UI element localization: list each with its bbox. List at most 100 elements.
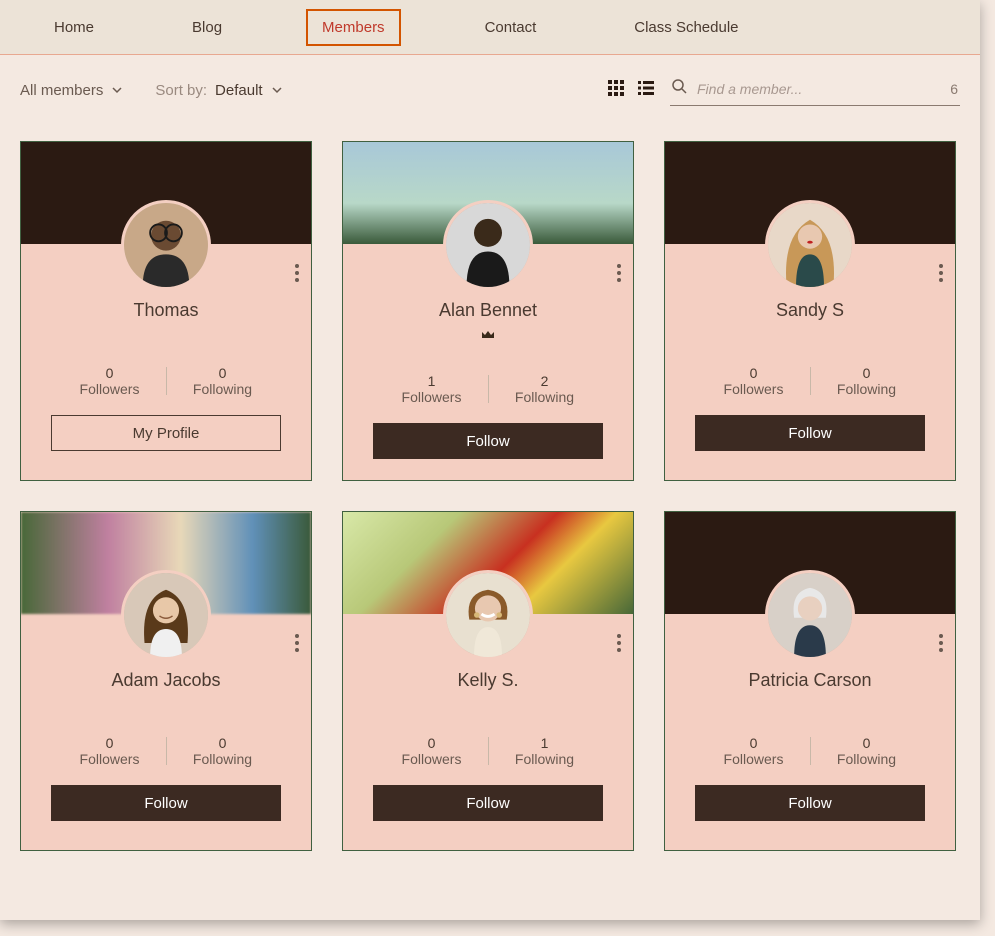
toolbar-left: All members Sort by: Default: [20, 82, 283, 99]
avatar[interactable]: [765, 570, 855, 660]
search-input[interactable]: [697, 81, 940, 97]
following-count: 0: [819, 735, 915, 751]
member-card: Thomas 0 Followers 0 Following My Profil…: [20, 141, 312, 481]
following-stat[interactable]: 0 Following: [819, 735, 915, 767]
page-root: Home Blog Members Contact Class Schedule…: [0, 0, 980, 920]
followers-label: Followers: [384, 751, 480, 767]
follow-button[interactable]: Follow: [695, 785, 925, 821]
nav-blog[interactable]: Blog: [178, 11, 236, 44]
followers-stat[interactable]: 0 Followers: [384, 735, 480, 767]
nav-members[interactable]: Members: [306, 9, 401, 46]
followers-stat[interactable]: 0 Followers: [706, 735, 802, 767]
following-stat[interactable]: 0 Following: [819, 365, 915, 397]
nav-home[interactable]: Home: [40, 11, 108, 44]
more-options-button[interactable]: [939, 634, 943, 652]
nav-class-schedule[interactable]: Class Schedule: [620, 11, 752, 44]
member-name: Sandy S: [677, 300, 943, 321]
following-count: 2: [497, 373, 593, 389]
followers-label: Followers: [62, 381, 158, 397]
more-options-button[interactable]: [295, 634, 299, 652]
sort-prefix: Sort by:: [155, 82, 207, 99]
member-name: Thomas: [33, 300, 299, 321]
member-stats: 1 Followers 2 Following: [355, 373, 621, 405]
member-name: Kelly S.: [355, 670, 621, 691]
followers-count: 0: [62, 735, 158, 751]
more-options-button[interactable]: [939, 264, 943, 282]
toolbar-right: 6: [608, 75, 960, 106]
stat-divider: [166, 737, 167, 765]
member-card: Patricia Carson 0 Followers 0 Following …: [664, 511, 956, 851]
member-name: Patricia Carson: [677, 670, 943, 691]
following-label: Following: [497, 389, 593, 405]
followers-count: 0: [384, 735, 480, 751]
followers-count: 0: [706, 365, 802, 381]
member-stats: 0 Followers 0 Following: [677, 735, 943, 767]
more-options-button[interactable]: [617, 634, 621, 652]
chevron-down-icon: [111, 84, 123, 96]
list-view-icon[interactable]: [638, 80, 654, 101]
following-stat[interactable]: 2 Following: [497, 373, 593, 405]
member-name: Adam Jacobs: [33, 670, 299, 691]
grid-view-icon[interactable]: [608, 80, 624, 101]
member-card: Sandy S 0 Followers 0 Following Follow: [664, 141, 956, 481]
filter-dropdown[interactable]: All members: [20, 82, 123, 99]
stat-divider: [810, 367, 811, 395]
chevron-down-icon: [271, 84, 283, 96]
following-count: 0: [175, 365, 271, 381]
avatar[interactable]: [443, 200, 533, 290]
sort-value: Default: [215, 82, 263, 99]
member-card: Adam Jacobs 0 Followers 0 Following Foll…: [20, 511, 312, 851]
follow-button[interactable]: Follow: [51, 785, 281, 821]
followers-label: Followers: [706, 381, 802, 397]
search-field[interactable]: 6: [670, 75, 960, 106]
member-stats: 0 Followers 0 Following: [677, 365, 943, 397]
top-nav: Home Blog Members Contact Class Schedule: [0, 0, 980, 55]
followers-label: Followers: [62, 751, 158, 767]
stat-divider: [488, 375, 489, 403]
member-stats: 0 Followers 0 Following: [33, 365, 299, 397]
following-label: Following: [819, 751, 915, 767]
more-options-button[interactable]: [617, 264, 621, 282]
stat-divider: [166, 367, 167, 395]
avatar[interactable]: [443, 570, 533, 660]
members-toolbar: All members Sort by: Default: [0, 55, 980, 125]
members-grid: Thomas 0 Followers 0 Following My Profil…: [0, 125, 980, 867]
avatar[interactable]: [765, 200, 855, 290]
followers-stat[interactable]: 0 Followers: [62, 735, 158, 767]
follow-button[interactable]: Follow: [695, 415, 925, 451]
more-options-button[interactable]: [295, 264, 299, 282]
filter-label: All members: [20, 82, 103, 99]
avatar[interactable]: [121, 200, 211, 290]
member-card: Kelly S. 0 Followers 1 Following Follow: [342, 511, 634, 851]
followers-label: Followers: [384, 389, 480, 405]
member-card: Alan Bennet 1 Followers 2 Following Foll…: [342, 141, 634, 481]
avatar[interactable]: [121, 570, 211, 660]
follow-button[interactable]: Follow: [373, 423, 603, 459]
my-profile-button[interactable]: My Profile: [51, 415, 281, 451]
admin-crown-icon: [355, 327, 621, 345]
followers-stat[interactable]: 0 Followers: [62, 365, 158, 397]
search-result-count: 6: [950, 81, 958, 97]
following-stat[interactable]: 1 Following: [497, 735, 593, 767]
following-count: 0: [175, 735, 271, 751]
following-label: Following: [175, 751, 271, 767]
search-icon: [672, 79, 687, 99]
follow-button[interactable]: Follow: [373, 785, 603, 821]
member-stats: 0 Followers 1 Following: [355, 735, 621, 767]
followers-count: 1: [384, 373, 480, 389]
followers-count: 0: [706, 735, 802, 751]
followers-stat[interactable]: 1 Followers: [384, 373, 480, 405]
view-toggle: [608, 80, 654, 101]
following-stat[interactable]: 0 Following: [175, 365, 271, 397]
following-label: Following: [175, 381, 271, 397]
stat-divider: [810, 737, 811, 765]
followers-count: 0: [62, 365, 158, 381]
followers-stat[interactable]: 0 Followers: [706, 365, 802, 397]
following-count: 0: [819, 365, 915, 381]
sort-dropdown[interactable]: Sort by: Default: [155, 82, 282, 99]
following-count: 1: [497, 735, 593, 751]
member-stats: 0 Followers 0 Following: [33, 735, 299, 767]
following-stat[interactable]: 0 Following: [175, 735, 271, 767]
nav-contact[interactable]: Contact: [471, 11, 551, 44]
member-name: Alan Bennet: [355, 300, 621, 321]
